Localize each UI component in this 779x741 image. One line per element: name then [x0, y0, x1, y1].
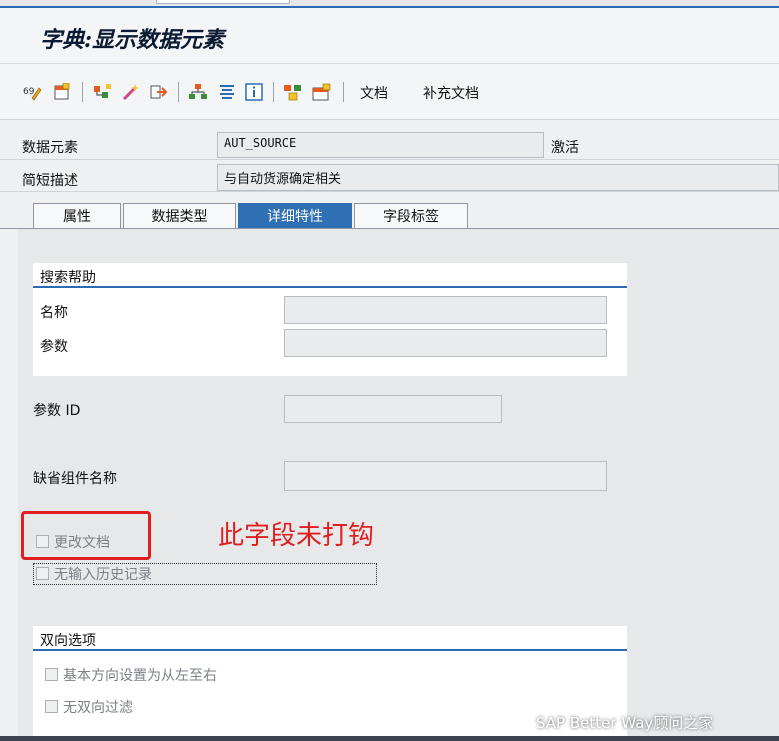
- svg-text:69: 69: [23, 87, 35, 97]
- status-text: 激活: [551, 140, 579, 156]
- change-doc-checkbox[interactable]: [36, 535, 49, 548]
- no-bidi-filter-checkbox[interactable]: [45, 700, 58, 713]
- data-element-field[interactable]: AUT_SOURCE: [217, 132, 544, 158]
- ltr-direction-checkbox[interactable]: [45, 668, 58, 681]
- tab-data-type[interactable]: 数据类型: [123, 203, 236, 228]
- search-help-param-label: 参数: [40, 339, 68, 355]
- list-icon[interactable]: [217, 82, 237, 102]
- default-component-field[interactable]: [284, 461, 607, 491]
- search-help-title: 搜索帮助: [40, 270, 96, 286]
- application-toolbar: [0, 64, 779, 120]
- supplementary-doc-button[interactable]: 补充文档: [423, 83, 479, 103]
- other-object-icon[interactable]: [52, 82, 72, 102]
- command-field[interactable]: [156, 0, 290, 4]
- watermark-text: SAP Better Way顾问之家: [536, 714, 714, 732]
- annotation-text: 此字段未打钩: [218, 521, 375, 551]
- short-desc-label: 简短描述: [22, 173, 78, 189]
- toolbar-separator: [178, 82, 179, 102]
- no-bidi-filter-label: 无双向过滤: [63, 700, 133, 716]
- group-underline: [33, 286, 627, 288]
- bidi-options-title: 双向选项: [40, 633, 96, 649]
- wechat-icon: [510, 712, 532, 734]
- tab-attributes[interactable]: 属性: [33, 203, 121, 228]
- display-change-icon[interactable]: 69: [23, 82, 43, 102]
- documentation-button[interactable]: 文档: [360, 83, 388, 103]
- no-input-history-label: 无输入历史记录: [54, 567, 152, 583]
- toolbar-separator: [343, 82, 344, 102]
- network-icon[interactable]: [283, 82, 303, 102]
- change-doc-label: 更改文档: [54, 535, 110, 551]
- search-help-param-field[interactable]: [284, 329, 607, 357]
- search-help-name-field[interactable]: [284, 296, 607, 324]
- window-icon[interactable]: [312, 82, 332, 102]
- bottom-bar: [0, 736, 779, 741]
- toolbar-separator: [273, 82, 274, 102]
- tab-field-label[interactable]: 字段标签: [354, 203, 468, 228]
- data-element-label: 数据元素: [22, 140, 78, 156]
- tab-further-characteristics[interactable]: 详细特性: [238, 203, 352, 228]
- search-help-name-label: 名称: [40, 305, 68, 321]
- default-component-label: 缺省组件名称: [33, 471, 117, 487]
- navigate-icon[interactable]: [149, 82, 169, 102]
- group-underline: [33, 649, 627, 651]
- toolbar-separator: [82, 82, 83, 102]
- info-icon[interactable]: [244, 82, 264, 102]
- parameter-id-field[interactable]: [284, 395, 502, 423]
- page-title: 字典:显示数据元素: [40, 27, 225, 53]
- no-input-history-checkbox[interactable]: [36, 567, 49, 580]
- hierarchy-icon[interactable]: [188, 82, 208, 102]
- parameter-id-label: 参数 ID: [33, 403, 81, 419]
- ltr-direction-label: 基本方向设置为从左至右: [63, 668, 217, 684]
- activate-icon[interactable]: [121, 82, 141, 102]
- short-desc-field[interactable]: 与自动货源确定相关: [217, 164, 779, 191]
- where-used-icon[interactable]: [93, 82, 113, 102]
- tab-strip: 属性 数据类型 详细特性 字段标签: [33, 203, 470, 228]
